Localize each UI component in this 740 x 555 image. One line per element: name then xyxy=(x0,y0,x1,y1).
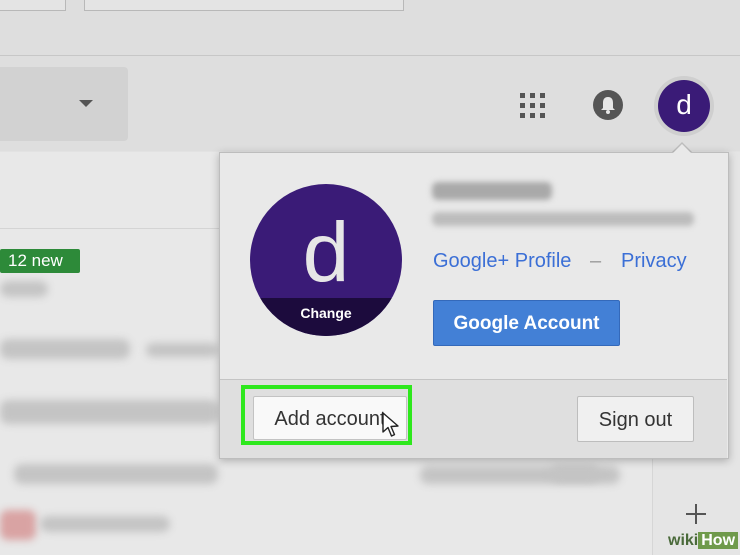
profile-photo[interactable]: d Change xyxy=(250,184,402,336)
wikihow-watermark: wiki How xyxy=(668,532,739,550)
plus-icon[interactable] xyxy=(684,502,708,526)
blurred-text xyxy=(0,400,218,424)
account-avatar-initial: d xyxy=(658,80,710,132)
mouse-pointer-icon xyxy=(381,412,401,438)
chevron-down-icon[interactable] xyxy=(79,100,93,107)
blurred-text xyxy=(550,466,600,482)
account-avatar-button[interactable]: d xyxy=(654,76,714,136)
browser-tab[interactable] xyxy=(0,0,66,11)
watermark-suffix: How xyxy=(698,532,739,549)
search-box[interactable] xyxy=(0,67,128,141)
google-plus-profile-link[interactable]: Google+ Profile xyxy=(433,250,571,273)
watermark-prefix: wiki xyxy=(668,532,699,549)
blurred-text xyxy=(40,516,170,532)
apps-grid-icon[interactable] xyxy=(520,93,545,118)
blurred-text xyxy=(146,343,218,357)
browser-tab[interactable] xyxy=(84,0,404,11)
account-email-blurred xyxy=(432,212,694,226)
link-separator: – xyxy=(590,250,602,272)
privacy-link[interactable]: Privacy xyxy=(621,250,687,273)
gmail-page: d 12 new d Change Google+ Profile – Priv… xyxy=(0,0,740,555)
profile-initial: d xyxy=(302,205,350,299)
new-messages-badge: 12 new xyxy=(0,249,80,273)
popover-arrow xyxy=(673,144,691,153)
blurred-avatar xyxy=(0,510,36,540)
blurred-text xyxy=(0,339,130,359)
blurred-text xyxy=(14,464,218,484)
notifications-bell-icon[interactable] xyxy=(592,89,624,121)
account-name-blurred xyxy=(432,182,552,200)
google-account-button[interactable]: Google Account xyxy=(433,300,620,346)
change-photo-button[interactable]: Change xyxy=(250,298,402,336)
blurred-text xyxy=(0,281,48,297)
sign-out-button[interactable]: Sign out xyxy=(577,396,694,442)
